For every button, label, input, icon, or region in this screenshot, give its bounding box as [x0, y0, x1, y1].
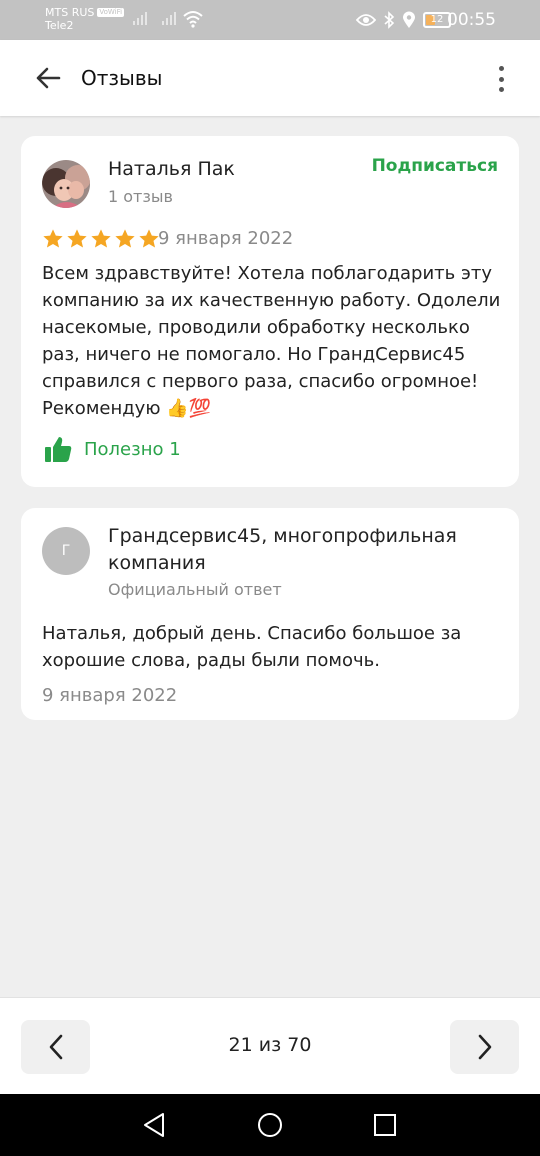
star-icon [115, 229, 135, 248]
system-recents-button[interactable] [372, 1112, 398, 1138]
signal-icon [133, 12, 147, 25]
star-icon [67, 229, 87, 248]
avatar[interactable] [42, 160, 90, 208]
helpful-button[interactable]: Полезно 1 [44, 435, 181, 463]
next-button[interactable] [450, 1020, 519, 1074]
author-review-count: 1 отзыв [108, 187, 173, 206]
status-icons: 12 [356, 11, 451, 29]
arrow-left-icon [36, 67, 61, 89]
company-name: Грандсервис45, многопрофильная компания [108, 525, 457, 574]
clock: 00:55 [447, 10, 496, 30]
app-bar: Отзывы [0, 40, 540, 116]
user-photo [42, 160, 90, 208]
reply-date: 9 января 2022 [42, 685, 178, 706]
location-icon [403, 11, 415, 28]
helpful-label: Полезно 1 [84, 438, 181, 460]
signal-icon [162, 12, 176, 25]
carrier-info: MTS RUS VoWiFi Tele2 [45, 6, 125, 32]
pager-bar: 21 из 70 [0, 997, 540, 1094]
system-back-button[interactable] [141, 1112, 167, 1138]
page-title: Отзывы [81, 66, 163, 90]
carrier-name-1: MTS RUS [45, 6, 95, 19]
system-home-button[interactable] [257, 1112, 283, 1138]
company-avatar: Г [42, 527, 90, 575]
rating-stars [42, 228, 160, 250]
thumbs-up-icon [45, 437, 72, 462]
reply-card: Г Грандсервис45, многопрофильная компани… [21, 508, 519, 720]
status-bar: MTS RUS VoWiFi Tele2 12 00:55 [0, 0, 540, 40]
star-icon [139, 229, 159, 248]
review-text: Всем здравствуйте! Хотела поблагодарить … [42, 263, 501, 419]
system-navigation-bar [0, 1094, 540, 1156]
back-button[interactable] [28, 61, 68, 95]
circle-home-icon [258, 1113, 282, 1137]
volte-badge: VoWiFi [97, 8, 125, 17]
author-name[interactable]: Наталья Пак [108, 158, 235, 180]
chevron-right-icon [478, 1034, 491, 1060]
square-recents-icon [374, 1114, 396, 1136]
official-reply-label: Официальный ответ [108, 580, 282, 599]
triangle-back-icon [144, 1113, 164, 1137]
carrier-name-2: Tele2 [45, 19, 74, 32]
wifi-icon [183, 11, 203, 28]
star-icon [43, 229, 63, 248]
more-options-button[interactable] [496, 66, 506, 92]
reply-text: Наталья, добрый день. Спасибо большое за… [42, 623, 462, 671]
battery-level: 12 [430, 14, 444, 25]
review-date: 9 января 2022 [158, 228, 294, 249]
review-card: Наталья Пак 1 отзыв Подписаться 9 января… [21, 136, 519, 487]
star-icon [91, 229, 111, 248]
more-vertical-icon [498, 66, 504, 71]
bluetooth-icon [384, 11, 395, 29]
subscribe-button[interactable]: Подписаться [372, 156, 498, 176]
eye-icon [356, 14, 376, 26]
